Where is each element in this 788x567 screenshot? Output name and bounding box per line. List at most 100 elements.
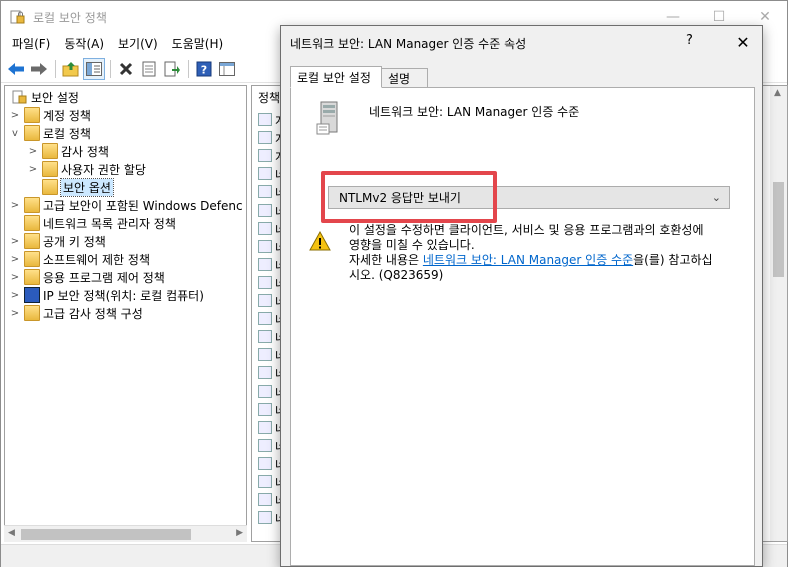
tab-label: 로컬 보안 설정 [297, 70, 371, 85]
policy-row-icon [258, 330, 272, 344]
policy-folder-icon [24, 107, 40, 123]
forward-button[interactable] [28, 58, 50, 80]
folder-icon [24, 197, 40, 213]
policy-row-icon [258, 493, 272, 507]
tree-item[interactable]: > 응용 프로그램 제어 정책 [9, 268, 165, 286]
tree-item-label: 사용자 권한 할당 [61, 162, 146, 177]
menu-file[interactable]: 파일(F) [5, 35, 57, 52]
export-icon [164, 61, 180, 76]
back-button[interactable] [5, 58, 27, 80]
tree-item-label: 소프트웨어 제한 정책 [43, 252, 150, 267]
chevron-right-icon[interactable]: > [9, 236, 21, 247]
tree-item[interactable]: > 소프트웨어 제한 정책 [9, 250, 150, 268]
folder-icon [24, 233, 40, 249]
warning-text-line: 이 설정을 수정하면 클라이언트, 서비스 및 응용 프로그램과의 호환성에 [349, 223, 704, 237]
warning-prefix: 자세한 내용은 [349, 253, 423, 267]
server-policy-icon [316, 101, 338, 135]
folder-icon [24, 251, 40, 267]
tree-item-label: 감사 정책 [61, 144, 109, 159]
tree-item[interactable]: > 감사 정책 [27, 142, 109, 160]
tree-item[interactable]: > 고급 보안이 포함된 Windows Defenc [9, 196, 243, 214]
help-topic-link[interactable]: 네트워크 보안: LAN Manager 인증 수준 [423, 253, 633, 267]
tree-root[interactable]: 보안 설정 [9, 88, 79, 106]
back-icon [8, 62, 24, 75]
warning-text-line: 자세한 내용은 네트워크 보안: LAN Manager 인증 수준을(를) 참… [349, 253, 749, 268]
properties-dialog: 네트워크 보안: LAN Manager 인증 수준 속성 ? ✕ 로컬 보안 … [280, 25, 763, 567]
dialog-title: 네트워크 보안: LAN Manager 인증 수준 속성 [290, 37, 527, 51]
chevron-right-icon[interactable]: > [9, 200, 21, 211]
policy-row-icon [258, 149, 272, 163]
policy-folder-icon [42, 143, 58, 159]
help-button[interactable]: ? [193, 58, 215, 80]
export-list-button[interactable] [161, 58, 183, 80]
tree-item-label: 보안 옵션 [60, 177, 114, 197]
chevron-right-icon[interactable]: > [9, 308, 21, 319]
tree-item-label: 고급 감사 정책 구성 [43, 306, 143, 321]
menu-view[interactable]: 보기(V) [111, 35, 165, 52]
delete-button[interactable] [115, 58, 137, 80]
scrollbar-thumb[interactable] [21, 529, 191, 540]
tab-label: 설명 [388, 71, 411, 86]
up-folder-button[interactable] [60, 58, 82, 80]
list-vertical-scrollbar[interactable]: ▲ [770, 86, 787, 541]
policy-row-icon [258, 131, 272, 145]
minimize-icon: — [666, 8, 680, 25]
tree-horizontal-scrollbar[interactable]: ◀ ▶ [4, 525, 247, 542]
up-folder-icon [62, 61, 79, 76]
toolbar-separator [188, 59, 189, 78]
tree-item[interactable]: > 고급 감사 정책 구성 [9, 304, 143, 322]
tree-item-label: 응용 프로그램 제어 정책 [43, 270, 165, 285]
tab-explain[interactable]: 설명 [381, 68, 428, 88]
chevron-down-icon: ⌄ [711, 191, 721, 204]
policy-row-icon [258, 221, 272, 235]
policy-row-icon [258, 167, 272, 181]
chevron-right-icon[interactable]: > [9, 254, 21, 265]
tree-item[interactable]: > IP 보안 정책(위치: 로컬 컴퓨터) [9, 286, 204, 304]
scrollbar-thumb[interactable] [773, 182, 784, 277]
chevron-right-icon[interactable]: > [27, 164, 39, 175]
policy-row-icon [258, 384, 272, 398]
tree-item[interactable]: 보안 옵션 [27, 177, 114, 197]
show-hide-tree-button[interactable] [83, 57, 105, 80]
toolbar-separator [110, 59, 111, 78]
chevron-right-icon[interactable]: > [27, 146, 39, 157]
policy-name: 네트워크 보안: LAN Manager 인증 수준 [369, 105, 580, 119]
scroll-up-icon[interactable]: ▲ [774, 88, 781, 98]
scroll-right-icon[interactable]: ▶ [236, 528, 243, 538]
dialog-help-button[interactable]: ? [686, 33, 693, 48]
policy-row-icon [258, 275, 272, 289]
warning-text-line: 영향을 미칠 수 있습니다. [349, 238, 475, 252]
warning-text-line: 시오. (Q823659) [349, 268, 444, 282]
tab-panel: 네트워크 보안: LAN Manager 인증 수준 NTLMv2 응답만 보내… [290, 87, 755, 566]
tree-item[interactable]: v 로컬 정책 [9, 124, 91, 142]
policy-row-icon [258, 239, 272, 253]
policy-row-icon [258, 185, 272, 199]
tree-item-label: 계정 정책 [43, 108, 91, 123]
chevron-right-icon[interactable]: > [9, 290, 21, 301]
tree-item[interactable]: > 공개 키 정책 [9, 232, 106, 250]
policy-folder-icon [42, 161, 58, 177]
policy-row-icon [258, 366, 272, 380]
properties-button[interactable] [138, 58, 160, 80]
tree-pane[interactable]: 보안 설정 > 계정 정책 v 로컬 정책 > 감사 정책 > 사용자 권한 할당 보안 옵션 >… [4, 85, 247, 542]
properties-icon [142, 61, 156, 76]
tab-local-security-setting[interactable]: 로컬 보안 설정 [290, 66, 382, 88]
scroll-left-icon[interactable]: ◀ [8, 528, 15, 538]
chevron-down-icon[interactable]: v [9, 128, 21, 139]
menu-action[interactable]: 동작(A) [57, 35, 111, 52]
view-button[interactable] [216, 58, 238, 80]
policy-row-icon [258, 257, 272, 271]
tree-item[interactable]: > 계정 정책 [9, 106, 91, 124]
help-icon: ? [196, 61, 212, 76]
security-settings-icon [12, 90, 27, 104]
menu-help[interactable]: 도움말(H) [165, 35, 231, 52]
dialog-close-button[interactable]: ✕ [728, 28, 758, 56]
maximize-icon: ☐ [712, 8, 726, 25]
chevron-right-icon[interactable]: > [9, 272, 21, 283]
security-policy-app-icon [10, 10, 25, 24]
svg-text:?: ? [201, 63, 207, 76]
chevron-right-icon[interactable]: > [9, 110, 21, 121]
tree-item[interactable]: 네트워크 목록 관리자 정책 [9, 214, 176, 232]
delete-icon [119, 62, 133, 75]
tree-item[interactable]: > 사용자 권한 할당 [27, 160, 146, 178]
